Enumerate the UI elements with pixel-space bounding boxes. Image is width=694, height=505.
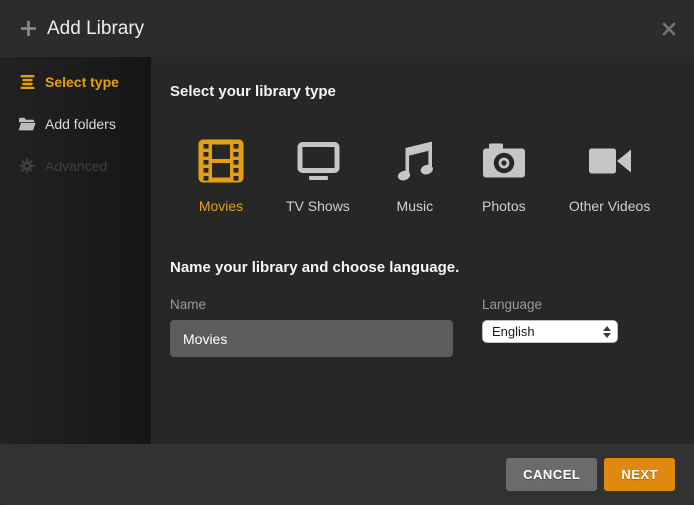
cancel-button[interactable]: CANCEL	[506, 458, 597, 491]
library-type-label: Photos	[482, 198, 526, 214]
sidebar-item-label: Select type	[45, 74, 119, 90]
library-type-other-videos[interactable]: Other Videos	[569, 137, 650, 214]
music-note-icon	[391, 137, 439, 185]
tv-icon	[294, 137, 342, 185]
plus-icon	[20, 20, 37, 37]
sidebar-item-label: Add folders	[45, 116, 116, 132]
camera-icon	[480, 137, 528, 185]
main-panel: Select your library type	[151, 57, 694, 444]
name-field-label: Name	[170, 297, 453, 312]
next-button[interactable]: NEXT	[604, 458, 675, 491]
library-type-list: Movies TV Shows	[197, 137, 694, 214]
library-type-label: Music	[397, 198, 434, 214]
name-field-group: Name	[170, 297, 453, 357]
name-input[interactable]	[170, 320, 453, 357]
language-field-group: Language English	[482, 297, 618, 357]
sidebar: Select type Add folders	[0, 57, 151, 444]
library-type-tv-shows[interactable]: TV Shows	[286, 137, 350, 214]
library-type-label: Other Videos	[569, 198, 650, 214]
footer-bar: CANCEL NEXT	[0, 444, 694, 505]
close-icon	[662, 22, 676, 36]
folder-icon	[18, 117, 36, 131]
language-select[interactable]: English	[482, 320, 618, 343]
sidebar-item-select-type[interactable]: Select type	[0, 61, 151, 103]
section-title-select-type: Select your library type	[170, 57, 694, 100]
add-library-dialog: Add Library Select type	[0, 0, 694, 505]
gear-icon	[18, 158, 36, 174]
film-icon	[197, 137, 245, 185]
library-type-label: Movies	[199, 198, 243, 214]
library-type-photos[interactable]: Photos	[480, 137, 528, 214]
select-arrows-icon	[603, 326, 611, 338]
close-button[interactable]	[660, 20, 678, 38]
fields-row: Name Language English	[170, 297, 694, 357]
language-field-label: Language	[482, 297, 618, 312]
type-lines-icon	[18, 75, 36, 89]
sidebar-item-label: Advanced	[45, 158, 107, 174]
dialog-header: Add Library	[0, 0, 694, 57]
camcorder-icon	[586, 137, 634, 185]
library-type-music[interactable]: Music	[391, 137, 439, 214]
sidebar-item-add-folders[interactable]: Add folders	[0, 103, 151, 145]
sidebar-item-advanced: Advanced	[0, 145, 151, 187]
library-type-movies[interactable]: Movies	[197, 137, 245, 214]
library-type-label: TV Shows	[286, 198, 350, 214]
language-select-value: English	[492, 324, 535, 339]
section-title-name-language: Name your library and choose language.	[170, 259, 694, 276]
dialog-title: Add Library	[47, 18, 144, 40]
